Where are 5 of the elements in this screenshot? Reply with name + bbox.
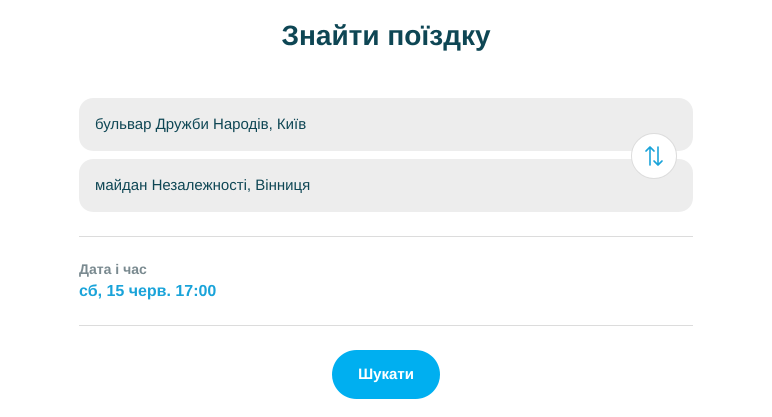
date-time-label: Дата і час (79, 261, 148, 277)
swap-arrows-icon (644, 145, 664, 167)
input-field[interactable]: майдан Незалежності, Вінниця (79, 159, 693, 212)
page-title: Знайти поїздку (280, 19, 492, 53)
input-field[interactable]: бульвар Дружби Народів, Київ (79, 98, 693, 151)
